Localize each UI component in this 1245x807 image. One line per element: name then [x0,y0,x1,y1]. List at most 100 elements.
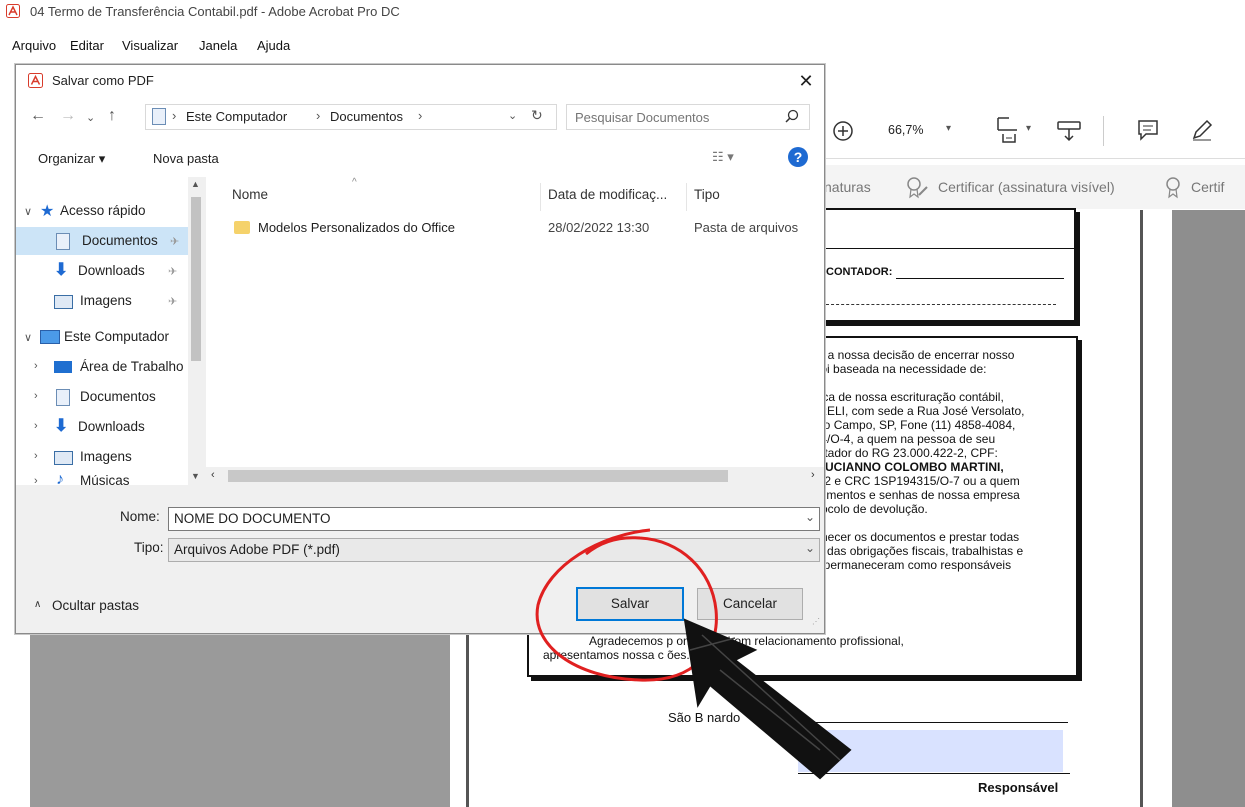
annotation-overlay [535,528,852,780]
signatures-tool[interactable]: naturas [824,179,871,195]
nav-label: Este Computador [64,329,170,344]
nav-this-pc[interactable]: ∨ Este Computador [16,323,188,351]
menu-janela[interactable]: Janela [199,38,237,53]
menu-editar[interactable]: Editar [70,38,104,53]
collapse-chevron-icon[interactable]: › [34,360,38,372]
pen-icon[interactable] [1190,118,1214,142]
page-fit-dropdown-icon[interactable]: ▾ [1026,123,1031,134]
collapse-chevron-icon[interactable]: › [34,475,38,485]
close-icon[interactable]: ✕ [794,69,818,93]
nav-label: Imagens [80,449,132,464]
annotation-arrow [683,618,852,780]
search-input[interactable] [573,107,777,127]
music-icon: ♪ [56,471,64,485]
zoom-in-icon[interactable] [832,120,854,142]
nav-scroll-thumb[interactable] [191,197,201,361]
app-titlebar: 04 Termo de Transferência Contabil.pdf -… [0,0,1245,24]
annotation-circle [535,528,718,682]
certify-icon[interactable] [1163,175,1183,199]
menu-ajuda[interactable]: Ajuda [257,38,290,53]
file-row[interactable]: Modelos Personalizados do Office 28/02/2… [228,215,824,241]
new-folder-button[interactable]: Nova pasta [153,151,219,166]
certify-tool[interactable]: Certif [1191,179,1224,195]
star-icon: ★ [40,203,55,220]
signature-label: Responsável [978,780,1059,795]
nav-quick-documents[interactable]: Documentos ✈ [16,227,188,255]
filetype-label: Tipo: [134,540,164,555]
up-arrow-icon[interactable]: ↑ [108,107,116,125]
nav-quick-access[interactable]: ∨ ★ Acesso rápido [16,197,188,225]
help-icon[interactable]: ? [788,147,808,167]
toolbar-divider [1103,116,1104,146]
scroll-left-icon[interactable]: ‹ [211,469,215,481]
nav-downloads[interactable]: › ⬇ Downloads [16,413,188,441]
nav-desktop[interactable]: › Área de Trabalho [16,353,188,381]
zoom-level[interactable]: 66,7% [888,123,923,137]
pdf-line: EIRELI, com sede a Rua José Versolato, [807,404,1025,418]
pdf-line: portador do RG 23.000.422-2, CPF: [807,446,998,460]
back-arrow-icon[interactable]: ← [30,107,46,125]
pdf-contador-label: CONTADOR: [826,266,893,278]
menu-arquivo[interactable]: Arquivo [12,38,56,53]
column-header-name[interactable]: Nome [232,187,268,202]
collapse-chevron-icon[interactable]: › [34,420,38,432]
recent-locations-icon[interactable]: ⌄ [86,111,95,124]
pdf-header-box: CONTADOR: [808,208,1076,322]
menu-visualizar[interactable]: Visualizar [122,38,178,53]
pin-icon[interactable]: ✈ [170,235,179,248]
breadcrumb-separator-icon: › [418,108,423,123]
column-header-modified[interactable]: Data de modificaç... [548,187,667,202]
hide-folders-button[interactable]: Ocultar pastas [52,598,139,613]
forward-arrow-icon[interactable]: → [60,107,76,125]
file-modified: 28/02/2022 13:30 [548,220,650,235]
nav-label: Imagens [80,293,132,308]
expand-chevron-icon[interactable]: ∨ [24,205,32,218]
column-separator [686,183,687,211]
collapse-chevron-icon[interactable]: › [34,390,38,402]
app-menubar: Arquivo Editar Visualizar Janela Ajuda [0,38,1245,58]
nav-quick-downloads[interactable]: ⬇ Downloads ✈ [16,257,188,285]
certify-visible-tool[interactable]: Certificar (assinatura visível) [938,179,1115,195]
collapse-chevron-icon[interactable]: › [34,450,38,462]
refresh-icon[interactable]: ↻ [531,107,543,124]
address-row: ← → ⌄ ↑ › Este Computador › Documentos ›… [16,97,824,137]
column-header-type[interactable]: Tipo [694,187,720,202]
images-icon [54,295,73,309]
nav-documents[interactable]: › Documentos [16,383,188,411]
scroll-down-icon[interactable]: ▼ [191,471,200,481]
keyboard-scroll-icon[interactable] [1056,118,1082,144]
command-bar: Organizar ▾ Nova pasta ☷ ▾ ? [16,137,824,178]
nav-music[interactable]: › ♪ Músicas [16,471,188,485]
zoom-dropdown-icon[interactable]: ▾ [946,123,951,134]
address-bar[interactable]: › Este Computador › Documentos › ⌄ ↻ [145,104,557,130]
download-icon: ⬇ [54,416,69,435]
search-icon[interactable] [785,109,799,123]
pin-icon[interactable]: ✈ [168,265,177,278]
search-box[interactable] [566,104,810,130]
nav-quick-images[interactable]: Imagens ✈ [16,287,188,315]
nav-label: Acesso rápido [60,203,146,218]
address-dropdown-icon[interactable]: ⌄ [508,109,517,122]
scroll-right-icon[interactable]: › [811,469,815,481]
download-icon: ⬇ [54,260,69,279]
nav-label: Downloads [78,263,145,278]
breadcrumb-this-pc[interactable]: Este Computador [186,109,287,124]
page-fit-icon[interactable] [995,116,1021,144]
pin-icon[interactable]: ✈ [168,295,177,308]
certify-visible-icon[interactable] [905,175,931,199]
breadcrumb-documents[interactable]: Documentos [330,109,403,124]
pdf-margin [1143,210,1172,807]
pdf-line: 8-52 e CRC 1SP194315/O-7 ou a quem [807,474,1020,488]
scroll-up-icon[interactable]: ▲ [191,179,200,189]
organize-menu[interactable]: Organizar ▾ [38,151,105,167]
pdf-line: bre a nossa decisão de encerrar nosso [807,348,1015,362]
view-options-icon[interactable]: ☷ ▾ [712,149,734,165]
hscroll-thumb[interactable] [228,470,728,482]
comment-icon[interactable] [1136,118,1160,142]
nav-label: Músicas [80,473,130,485]
chevron-up-icon[interactable]: ∧ [34,599,41,610]
pdf-line: ocumentos e senhas de nossa empresa [807,488,1020,502]
expand-chevron-icon[interactable]: ∨ [24,331,32,344]
nav-images[interactable]: › Imagens [16,443,188,471]
images-icon [54,451,73,465]
